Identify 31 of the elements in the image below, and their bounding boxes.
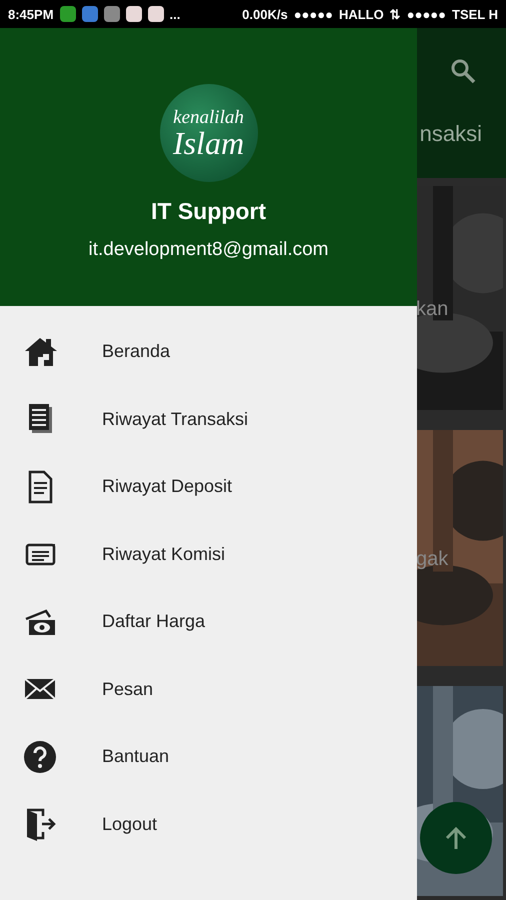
card-caption: kan xyxy=(416,298,448,321)
card-caption: gak xyxy=(416,548,448,571)
menu-item[interactable]: Bantuan xyxy=(0,723,417,790)
network-speed: 0.00K/s xyxy=(242,6,288,22)
menu-item[interactable]: Riwayat Transaksi xyxy=(0,386,417,453)
notification-icon xyxy=(82,6,98,22)
signal-strength: ●●●●● xyxy=(406,6,446,22)
logo-text: Islam xyxy=(172,126,244,158)
search-icon[interactable] xyxy=(450,58,476,84)
signal-strength: ●●●●● xyxy=(294,6,333,22)
menu-item[interactable]: Pesan xyxy=(0,656,417,723)
menu-item[interactable]: Logout xyxy=(0,790,417,858)
menu-item[interactable]: Riwayat Deposit xyxy=(0,453,417,520)
clock: 8:45PM xyxy=(8,6,54,22)
arrow-up-icon xyxy=(443,825,469,851)
notification-icon xyxy=(104,6,120,22)
logo-text: kenalilah xyxy=(173,108,244,126)
help-icon xyxy=(22,738,58,775)
user-name: IT Support xyxy=(151,198,266,225)
data-activity: ⇅ xyxy=(390,6,401,22)
notification-icon xyxy=(60,6,76,22)
tab[interactable]: nsaksi xyxy=(420,121,482,147)
user-email: it.development8@gmail.com xyxy=(88,239,328,261)
notification-icon xyxy=(126,6,142,22)
carrier-name: HALLO xyxy=(338,6,384,22)
notification-icon xyxy=(148,6,164,22)
menu-item[interactable]: Daftar Harga xyxy=(0,588,417,656)
carrier-name: TSEL H xyxy=(452,6,498,22)
menu-item[interactable]: Riwayat Komisi xyxy=(0,520,417,588)
more-notifications: ... xyxy=(170,6,180,22)
menu-item[interactable]: Beranda xyxy=(0,318,417,386)
